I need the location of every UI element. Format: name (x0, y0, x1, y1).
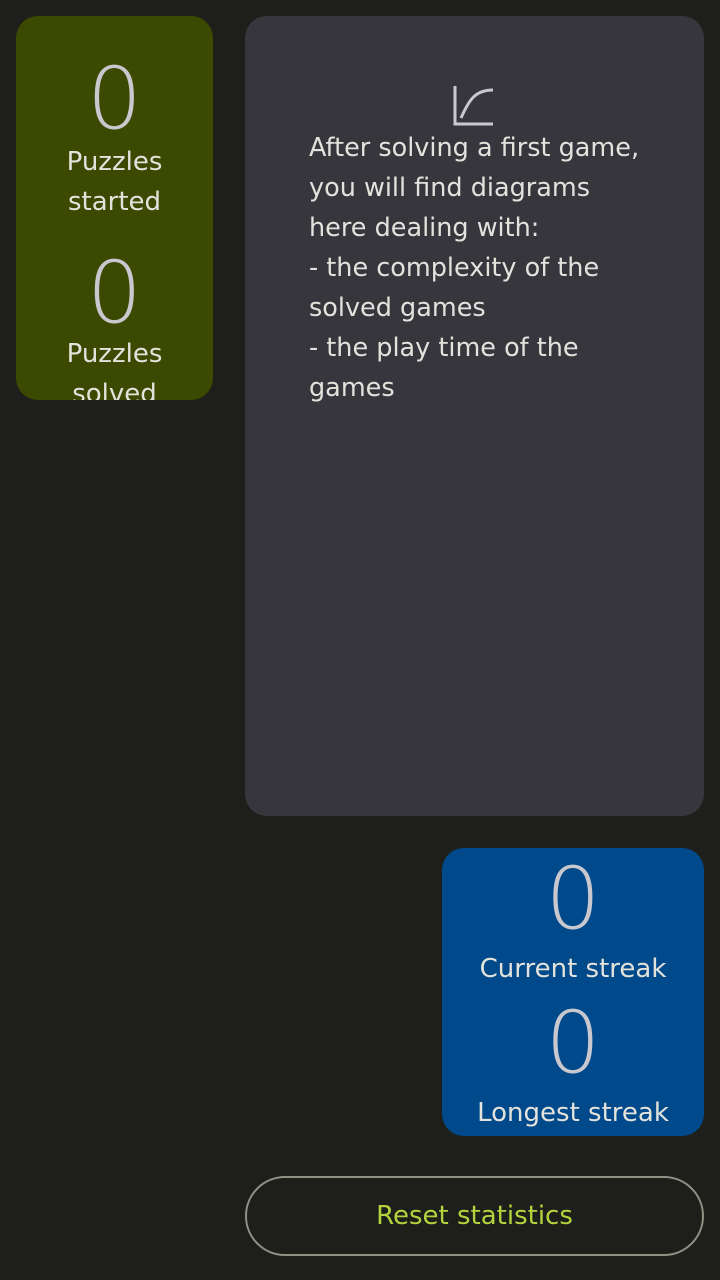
longest-streak-value: 0 (545, 993, 601, 1093)
current-streak-label: Current streak (479, 954, 667, 984)
streak-card: 0 Current streak 0 Longest streak (442, 848, 704, 1136)
puzzles-card: 0 Puzzles started 0 Puzzles solved (16, 16, 213, 400)
diagrams-empty-message: After solving a first game, you will fin… (309, 133, 640, 403)
puzzles-started-value: 0 (87, 49, 142, 149)
current-streak-value: 0 (545, 849, 601, 949)
chart-curve-icon (453, 86, 494, 126)
longest-streak-label: Longest streak (477, 1098, 669, 1128)
puzzles-started-label: Puzzles started (66, 147, 163, 217)
puzzles-solved-label: Puzzles solved (66, 339, 163, 400)
puzzles-solved-value: 0 (87, 243, 142, 343)
statistics-screen: 0 Puzzles started 0 Puzzles solved After… (0, 0, 720, 1280)
reset-statistics-button[interactable]: Reset statistics (245, 1176, 704, 1256)
diagrams-card: After solving a first game, you will fin… (245, 16, 704, 816)
